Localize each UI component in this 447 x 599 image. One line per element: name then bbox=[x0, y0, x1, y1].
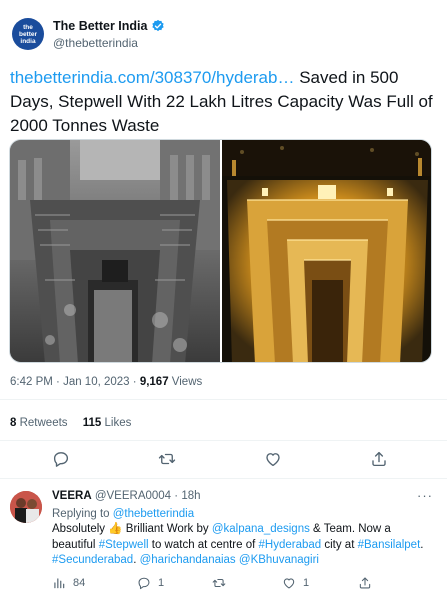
avatar-text-line: better bbox=[18, 30, 38, 38]
avatar-text-line: india bbox=[20, 37, 36, 45]
reply-avatar[interactable] bbox=[10, 491, 42, 523]
tweet-meta: 6:42 PM · Jan 10, 2023 · 9,167 Views bbox=[10, 376, 202, 388]
more-options-icon[interactable]: ··· bbox=[417, 488, 433, 503]
reply-text-segment: Absolutely bbox=[52, 523, 109, 535]
tweet-date[interactable]: Jan 10, 2023 bbox=[63, 376, 130, 388]
verified-badge-icon bbox=[152, 19, 165, 32]
reply-actions: 84 1 1 bbox=[0, 576, 447, 592]
retweet-icon[interactable] bbox=[158, 450, 176, 468]
reply-icon bbox=[138, 577, 150, 590]
name-block: The Better India @thebetterindia bbox=[53, 18, 165, 50]
views-icon bbox=[54, 578, 65, 589]
tweet-time[interactable]: 6:42 PM bbox=[10, 376, 53, 388]
reply-reply-action[interactable]: 1 bbox=[137, 576, 164, 590]
divider bbox=[0, 478, 447, 479]
hashtag-link[interactable]: #Bansilalpet bbox=[358, 539, 421, 551]
reply-separator: · bbox=[171, 490, 182, 502]
reply-header: VEERA @VEERA0004 · 18h bbox=[52, 490, 201, 502]
stepwell-before-image bbox=[10, 140, 220, 362]
likes-label: Likes bbox=[101, 417, 132, 429]
reply-views-count: 84 bbox=[73, 577, 86, 589]
reply-likes-count: 1 bbox=[303, 577, 310, 589]
reply-age[interactable]: 18h bbox=[181, 490, 200, 502]
mention-link[interactable]: @kalpana_designs bbox=[212, 523, 310, 535]
stepwell-after-photo[interactable] bbox=[221, 140, 431, 362]
likes-stat[interactable]: 115 Likes bbox=[83, 417, 132, 429]
mention-link[interactable]: @KBhuvanagiri bbox=[239, 554, 319, 566]
meta-separator: · bbox=[129, 376, 140, 388]
avatar-text-line: the bbox=[23, 23, 33, 31]
divider bbox=[0, 399, 447, 400]
hashtag-link[interactable]: #Secunderabad bbox=[52, 554, 133, 566]
likes-count: 115 bbox=[82, 417, 102, 429]
like-icon bbox=[283, 578, 295, 589]
reply-share-action[interactable] bbox=[358, 576, 372, 590]
tweet-text: thebetterindia.com/308370/hyderab… Saved… bbox=[10, 66, 440, 138]
account-name[interactable]: The Better India bbox=[53, 19, 147, 33]
mention-link[interactable]: @harichandanaias bbox=[140, 554, 236, 566]
views-count: 9,167 bbox=[139, 376, 169, 388]
tweet-media[interactable] bbox=[9, 139, 432, 363]
reply-text: Absolutely 👍 Brilliant Work by @kalpana_… bbox=[52, 522, 437, 569]
reply-like-action[interactable]: 1 bbox=[282, 576, 309, 590]
reply-views-action[interactable]: 84 bbox=[52, 576, 85, 590]
replying-prefix: Replying to bbox=[52, 508, 113, 520]
tweet-actions bbox=[0, 450, 447, 470]
reply-text-segment: 👍 bbox=[108, 523, 123, 535]
divider bbox=[0, 440, 447, 441]
views-label: Views bbox=[168, 376, 203, 388]
article-link[interactable]: thebetterindia.com/308370/hyderab… bbox=[10, 68, 294, 87]
account-avatar[interactable]: the better india bbox=[12, 18, 44, 50]
stepwell-after-image bbox=[221, 140, 431, 362]
reply-replies-count: 1 bbox=[158, 577, 165, 589]
reply-icon[interactable] bbox=[52, 450, 70, 468]
account-handle[interactable]: @thebetterindia bbox=[53, 36, 165, 50]
reply-retweet-action[interactable] bbox=[212, 576, 226, 590]
hashtag-link[interactable]: #Stepwell bbox=[99, 539, 149, 551]
replying-to: Replying to @thebetterindia bbox=[52, 508, 194, 520]
reply-author-handle[interactable]: @VEERA0004 bbox=[95, 490, 171, 502]
reply-text-segment: city at bbox=[321, 538, 358, 551]
hashtag-link[interactable]: #Hyderabad bbox=[259, 539, 322, 551]
stepwell-before-photo[interactable] bbox=[10, 140, 220, 362]
retweets-label: Retweets bbox=[16, 417, 68, 429]
reply-text-segment: to watch at centre of bbox=[148, 538, 259, 551]
tweet-stats: 8 Retweets 115 Likes bbox=[10, 417, 131, 429]
like-icon[interactable] bbox=[264, 450, 282, 468]
tweet-header: the better india The Better India @thebe… bbox=[12, 18, 165, 50]
replying-to-handle[interactable]: @thebetterindia bbox=[113, 508, 194, 520]
retweet-icon bbox=[212, 578, 226, 588]
retweets-stat[interactable]: 8 Retweets bbox=[10, 417, 68, 429]
reply-author-name[interactable]: VEERA bbox=[52, 490, 92, 502]
share-icon[interactable] bbox=[370, 450, 388, 468]
meta-separator: · bbox=[52, 376, 64, 388]
reply-text-segment: . bbox=[420, 538, 424, 551]
share-icon bbox=[359, 577, 371, 589]
reply-text-segment: Brilliant Work by bbox=[122, 523, 212, 535]
reply-avatar-image bbox=[10, 491, 42, 523]
